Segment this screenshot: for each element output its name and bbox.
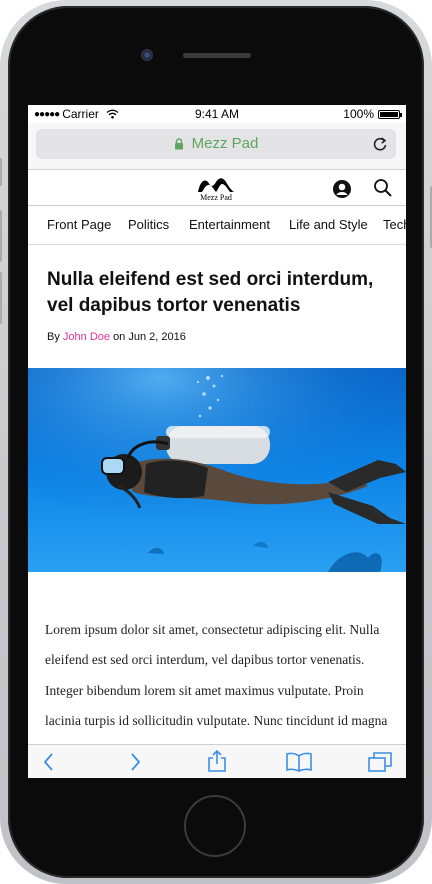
volume-down-button [0,272,2,324]
search-icon[interactable] [373,178,393,198]
hero-image [28,368,406,572]
reload-icon[interactable] [372,135,388,153]
site-logo[interactable]: Mezz Pad [192,175,240,203]
logo-text: Mezz Pad [200,193,232,202]
user-icon[interactable] [332,179,352,199]
nav-front-page[interactable]: Front Page [47,206,111,244]
article-date: Jun 2, 2016 [128,331,186,343]
earpiece-speaker [183,53,251,58]
author-link[interactable]: John Doe [63,331,110,343]
article-byline: By John Doe on Jun 2, 2016 [47,331,186,343]
site-header: Mezz Pad [28,170,406,206]
mute-switch [0,158,2,186]
status-right: 100% [343,107,402,121]
tabs-icon[interactable] [367,751,393,773]
browser-toolbar [28,744,406,778]
byline-on: on [113,331,126,343]
nav-politics[interactable]: Politics [128,206,169,244]
scuba-diver-image [28,368,406,572]
url-text: Mezz Pad [191,135,259,152]
volume-up-button [0,210,2,262]
back-icon[interactable] [42,751,56,773]
front-camera [141,49,153,61]
article-title: Nulla eleifend est sed orci interdum, ve… [47,269,374,316]
nav-entertainment[interactable]: Entertainment [189,206,270,244]
home-button[interactable] [184,795,246,857]
status-bar: ●●●●● Carrier 9:41 AM 100% [28,105,406,123]
address-bar[interactable]: Mezz Pad [36,129,396,159]
lock-icon [174,138,183,150]
nav-life-and-style[interactable]: Life and Style [289,206,368,244]
forward-icon[interactable] [128,751,142,773]
battery-percent: 100% [343,107,374,121]
screen: ●●●●● Carrier 9:41 AM 100% Mezz Pad Mezz… [28,105,406,778]
address-display[interactable]: Mezz Pad [36,129,396,159]
nav-tech[interactable]: Tech [383,206,406,244]
battery-icon [378,109,402,119]
bookmarks-icon[interactable] [285,752,313,772]
browser-address-area: Mezz Pad [28,123,406,170]
share-icon[interactable] [206,749,228,773]
byline-by: By [47,331,60,343]
section-nav: Front Page Politics Entertainment Life a… [28,206,406,245]
mezz-logo-icon [198,178,234,192]
